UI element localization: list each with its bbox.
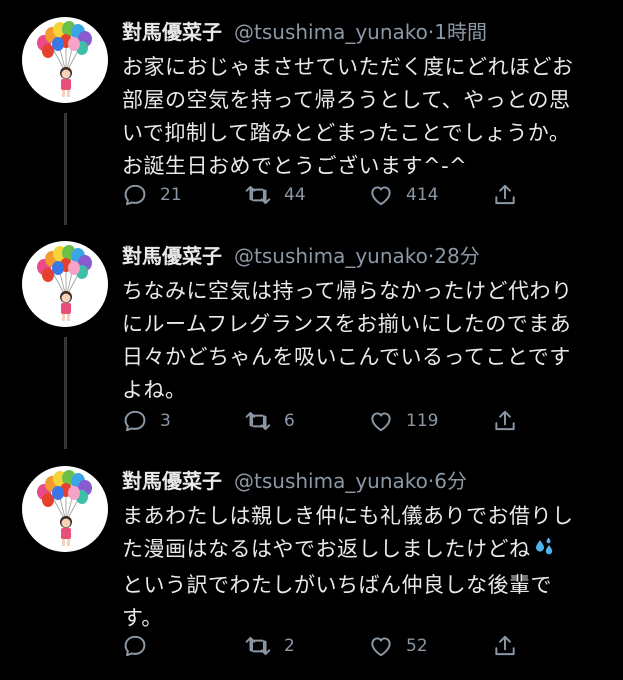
share-icon <box>495 635 515 656</box>
tweet-text: まあわたしは親しき仲にも礼儀ありでお借りし た漫画はなるはやでお返ししましたけど… <box>122 500 602 635</box>
tweet-thread: 對馬優菜子 @tsushima_yunako·1時間 お家におじゃまさせていただく… <box>0 0 623 680</box>
tweet-header: 對馬優菜子 @tsushima_yunako·1時間 <box>122 17 487 47</box>
reply-icon <box>124 184 146 206</box>
reply-icon <box>124 635 146 657</box>
retweet-icon <box>245 185 271 205</box>
tweet-text-line: 部屋の空気を持って帰ろうとして、やっとの思 <box>122 88 571 112</box>
share-button[interactable] <box>492 180 518 210</box>
tweet-text-line: まあわたしは親しき仲にも礼儀ありでお借りし <box>122 504 574 528</box>
tweet-actions: 3 6 119 <box>122 406 522 436</box>
balloon-girl-avatar-icon <box>37 470 92 546</box>
avatar[interactable] <box>22 466 108 552</box>
thread-connector-line <box>64 337 67 449</box>
reply-button[interactable] <box>122 631 160 661</box>
reply-count: 3 <box>160 411 171 431</box>
user-handle[interactable]: @tsushima_yunako <box>234 244 428 268</box>
balloon-girl-avatar-icon <box>37 245 92 321</box>
tweet-text-line: お家におじゃまさせていただく度にどれほどお <box>122 55 574 79</box>
display-name[interactable]: 對馬優菜子 <box>122 244 222 268</box>
like-count: 414 <box>406 185 439 205</box>
reply-count: 21 <box>160 185 182 205</box>
balloon-girl-avatar-icon <box>37 21 92 97</box>
tweet-text-line: という訳でわたしがいちばん仲良しな後輩で <box>122 573 552 597</box>
retweet-icon <box>245 411 271 431</box>
timestamp[interactable]: 1時間 <box>434 20 487 44</box>
tweet[interactable]: 對馬優菜子 @tsushima_yunako·6分 まあわたしは親しき仲にも礼儀あ… <box>0 466 623 671</box>
tweet-text-line: た漫画はなるはやでお返ししましたけどね <box>122 533 602 569</box>
like-count: 52 <box>406 636 428 656</box>
tweet-text-line: にルームフレグランスをお揃いにしたのでまあ <box>122 312 572 336</box>
user-handle[interactable]: @tsushima_yunako <box>234 20 428 44</box>
like-count: 119 <box>406 411 439 431</box>
retweet-icon <box>245 636 271 656</box>
tweet-text: ちなみに空気は持って帰らなかったけど代わり にルームフレグランスをお揃いにしたの… <box>122 275 602 407</box>
tweet-text-line: 日々かどちゃんを吸いこんでいるってことです <box>122 345 571 369</box>
tweet[interactable]: 對馬優菜子 @tsushima_yunako·1時間 お家におじゃまさせていただく… <box>0 17 623 225</box>
sweat-droplets-emoji-icon <box>533 535 557 569</box>
share-button[interactable] <box>492 406 518 436</box>
tweet-actions: 21 44 414 <box>122 180 522 210</box>
tweet[interactable]: 對馬優菜子 @tsushima_yunako·28分 ちなみに空気は持って帰らなか… <box>0 241 623 451</box>
tweet-text-line: お誕生日おめでとうございます^-^ <box>122 154 468 178</box>
tweet-header: 對馬優菜子 @tsushima_yunako·28分 <box>122 241 480 271</box>
avatar[interactable] <box>22 17 108 103</box>
reply-icon <box>124 410 146 432</box>
retweet-button[interactable]: 2 <box>244 631 295 661</box>
thread-connector-line <box>64 113 67 225</box>
heart-icon <box>371 412 391 432</box>
retweet-count: 2 <box>284 636 295 656</box>
display-name[interactable]: 對馬優菜子 <box>122 20 222 44</box>
retweet-count: 44 <box>284 185 306 205</box>
timestamp[interactable]: 28分 <box>434 244 479 268</box>
retweet-button[interactable]: 44 <box>244 180 306 210</box>
retweet-button[interactable]: 6 <box>244 406 295 436</box>
reply-button[interactable]: 21 <box>122 180 182 210</box>
tweet-header: 對馬優菜子 @tsushima_yunako·6分 <box>122 466 467 496</box>
share-button[interactable] <box>492 631 518 661</box>
timestamp[interactable]: 6分 <box>434 469 467 493</box>
user-handle[interactable]: @tsushima_yunako <box>234 469 428 493</box>
avatar[interactable] <box>22 241 108 327</box>
tweet-text-line: ちなみに空気は持って帰らなかったけど代わり <box>122 279 573 303</box>
tweet-actions: 2 52 <box>122 631 522 661</box>
share-icon <box>495 410 515 431</box>
tweet-text-line: よね。 <box>122 378 187 402</box>
heart-icon <box>371 637 391 657</box>
share-icon <box>495 184 515 205</box>
tweet-text-line: いで抑制して踏みとどまったことでしょうか。 <box>122 121 571 145</box>
heart-icon <box>371 186 391 206</box>
reply-button[interactable]: 3 <box>122 406 171 436</box>
like-button[interactable]: 52 <box>368 631 428 661</box>
like-button[interactable]: 414 <box>368 180 438 210</box>
display-name[interactable]: 對馬優菜子 <box>122 469 222 493</box>
tweet-text: お家におじゃまさせていただく度にどれほどお 部屋の空気を持って帰ろうとして、やっ… <box>122 51 602 183</box>
tweet-text-fragment: た漫画はなるはやでお返ししましたけどね <box>122 537 531 561</box>
like-button[interactable]: 119 <box>368 406 438 436</box>
retweet-count: 6 <box>284 411 295 431</box>
